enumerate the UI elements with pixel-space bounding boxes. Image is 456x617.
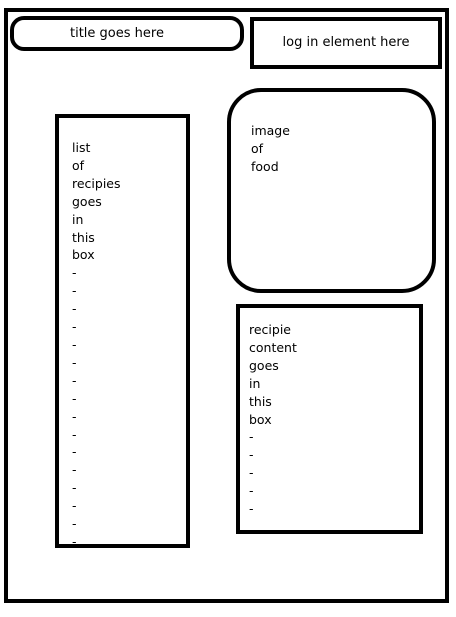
food-image-placeholder: image of food — [227, 88, 436, 293]
recipe-content-line: - — [249, 465, 254, 481]
food-image-line: food — [251, 158, 279, 174]
recipe-list-line: - — [72, 426, 77, 442]
recipe-content-lines: recipie content goes in this box - - - - - — [249, 321, 297, 518]
recipe-list-line: this — [72, 229, 95, 245]
recipe-content-line: content — [249, 339, 297, 355]
recipe-list-line: - — [72, 480, 77, 496]
recipe-list-line: goes — [72, 193, 102, 209]
recipe-content-line: goes — [249, 357, 279, 373]
recipe-list-line: - — [72, 319, 77, 335]
recipe-content-line: this — [249, 393, 272, 409]
recipe-list-line: list — [72, 140, 91, 155]
food-image-line: image — [251, 123, 290, 138]
recipe-list-line: recipies — [72, 175, 121, 191]
recipe-content-line: - — [249, 501, 254, 517]
login-placeholder[interactable]: log in element here — [250, 17, 442, 69]
recipe-list-line: - — [72, 444, 77, 460]
recipe-list-line: - — [72, 301, 77, 317]
recipe-content-line: - — [249, 447, 254, 463]
recipe-list-line: - — [72, 390, 77, 406]
recipe-content-line: - — [249, 429, 254, 445]
recipe-list-line: - — [72, 498, 77, 514]
recipe-list-line: - — [72, 533, 77, 549]
recipe-content-line: - — [249, 483, 254, 499]
recipe-content-line: recipie — [249, 322, 291, 337]
recipe-list-line: - — [72, 336, 77, 352]
recipe-content-placeholder: recipie content goes in this box - - - - - — [236, 304, 423, 534]
title-placeholder: title goes here — [10, 16, 244, 51]
recipe-list-line: - — [72, 265, 77, 281]
recipe-list-line: - — [72, 283, 77, 299]
recipe-list-line: of — [72, 157, 85, 173]
login-placeholder-text: log in element here — [282, 35, 410, 50]
recipe-list-line: box — [72, 247, 95, 263]
food-image-line: of — [251, 140, 264, 156]
title-placeholder-text: title goes here — [70, 26, 164, 41]
recipe-content-line: box — [249, 411, 272, 427]
recipe-list-line: - — [72, 516, 77, 532]
recipe-list-line: - — [72, 372, 77, 388]
recipe-list-line: in — [72, 211, 84, 227]
recipe-list-line: - — [72, 408, 77, 424]
recipe-list-lines: list of recipies goes in this box - - - - - - - - - - - - -… — [72, 139, 121, 551]
recipe-list-line: - — [72, 354, 77, 370]
recipe-content-line: in — [249, 375, 261, 391]
recipe-list-placeholder: list of recipies goes in this box - - - - - - - - - - - - -… — [55, 114, 190, 551]
food-image-lines: image of food — [251, 122, 290, 176]
recipe-list-line: - — [72, 462, 77, 478]
